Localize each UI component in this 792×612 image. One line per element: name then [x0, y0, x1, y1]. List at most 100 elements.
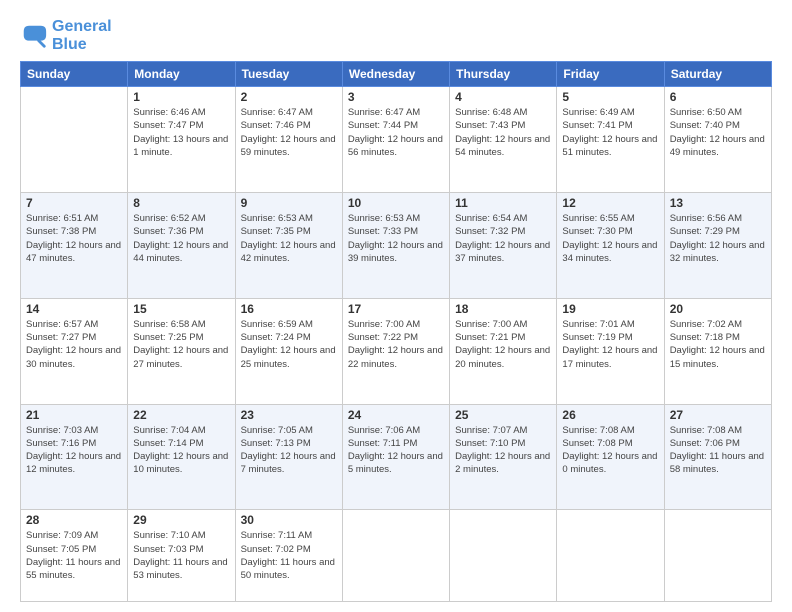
day-cell: 23 Sunrise: 7:05 AM Sunset: 7:13 PM Dayl…: [235, 404, 342, 510]
day-cell: 1 Sunrise: 6:46 AM Sunset: 7:47 PM Dayli…: [128, 87, 235, 193]
day-number: 26: [562, 408, 658, 422]
day-number: 7: [26, 196, 122, 210]
day-number: 6: [670, 90, 766, 104]
day-info: Sunrise: 7:08 AM Sunset: 7:06 PM Dayligh…: [670, 424, 766, 477]
logo-line2: Blue: [52, 36, 112, 54]
header-friday: Friday: [557, 62, 664, 87]
day-number: 5: [562, 90, 658, 104]
day-cell: 27 Sunrise: 7:08 AM Sunset: 7:06 PM Dayl…: [664, 404, 771, 510]
day-number: 9: [241, 196, 337, 210]
day-number: 15: [133, 302, 229, 316]
day-number: 11: [455, 196, 551, 210]
day-number: 29: [133, 513, 229, 527]
day-number: 27: [670, 408, 766, 422]
day-info: Sunrise: 6:47 AM Sunset: 7:46 PM Dayligh…: [241, 106, 337, 159]
day-number: 12: [562, 196, 658, 210]
day-info: Sunrise: 7:05 AM Sunset: 7:13 PM Dayligh…: [241, 424, 337, 477]
day-cell: 15 Sunrise: 6:58 AM Sunset: 7:25 PM Dayl…: [128, 298, 235, 404]
day-number: 28: [26, 513, 122, 527]
day-cell: 17 Sunrise: 7:00 AM Sunset: 7:22 PM Dayl…: [342, 298, 449, 404]
day-info: Sunrise: 7:00 AM Sunset: 7:21 PM Dayligh…: [455, 318, 551, 371]
day-cell: 20 Sunrise: 7:02 AM Sunset: 7:18 PM Dayl…: [664, 298, 771, 404]
day-info: Sunrise: 7:08 AM Sunset: 7:08 PM Dayligh…: [562, 424, 658, 477]
day-cell: 13 Sunrise: 6:56 AM Sunset: 7:29 PM Dayl…: [664, 192, 771, 298]
day-info: Sunrise: 7:09 AM Sunset: 7:05 PM Dayligh…: [26, 529, 122, 582]
weekday-header-row: Sunday Monday Tuesday Wednesday Thursday…: [21, 62, 772, 87]
header: General Blue: [20, 18, 772, 53]
day-number: 25: [455, 408, 551, 422]
logo-icon: [20, 22, 48, 50]
day-info: Sunrise: 6:58 AM Sunset: 7:25 PM Dayligh…: [133, 318, 229, 371]
day-cell: 14 Sunrise: 6:57 AM Sunset: 7:27 PM Dayl…: [21, 298, 128, 404]
day-info: Sunrise: 7:04 AM Sunset: 7:14 PM Dayligh…: [133, 424, 229, 477]
day-info: Sunrise: 6:50 AM Sunset: 7:40 PM Dayligh…: [670, 106, 766, 159]
day-cell: 12 Sunrise: 6:55 AM Sunset: 7:30 PM Dayl…: [557, 192, 664, 298]
day-cell: 11 Sunrise: 6:54 AM Sunset: 7:32 PM Dayl…: [450, 192, 557, 298]
day-cell: 10 Sunrise: 6:53 AM Sunset: 7:33 PM Dayl…: [342, 192, 449, 298]
day-cell: 5 Sunrise: 6:49 AM Sunset: 7:41 PM Dayli…: [557, 87, 664, 193]
day-info: Sunrise: 7:06 AM Sunset: 7:11 PM Dayligh…: [348, 424, 444, 477]
day-cell: 25 Sunrise: 7:07 AM Sunset: 7:10 PM Dayl…: [450, 404, 557, 510]
day-cell: 22 Sunrise: 7:04 AM Sunset: 7:14 PM Dayl…: [128, 404, 235, 510]
day-number: 2: [241, 90, 337, 104]
day-info: Sunrise: 6:48 AM Sunset: 7:43 PM Dayligh…: [455, 106, 551, 159]
day-cell: 30 Sunrise: 7:11 AM Sunset: 7:02 PM Dayl…: [235, 510, 342, 602]
header-wednesday: Wednesday: [342, 62, 449, 87]
day-info: Sunrise: 7:03 AM Sunset: 7:16 PM Dayligh…: [26, 424, 122, 477]
logo-line1: General: [52, 18, 112, 36]
day-cell: [557, 510, 664, 602]
day-number: 14: [26, 302, 122, 316]
day-info: Sunrise: 7:11 AM Sunset: 7:02 PM Dayligh…: [241, 529, 337, 582]
day-number: 10: [348, 196, 444, 210]
day-cell: 18 Sunrise: 7:00 AM Sunset: 7:21 PM Dayl…: [450, 298, 557, 404]
day-info: Sunrise: 6:52 AM Sunset: 7:36 PM Dayligh…: [133, 212, 229, 265]
day-cell: 9 Sunrise: 6:53 AM Sunset: 7:35 PM Dayli…: [235, 192, 342, 298]
day-number: 18: [455, 302, 551, 316]
day-cell: [664, 510, 771, 602]
day-cell: 7 Sunrise: 6:51 AM Sunset: 7:38 PM Dayli…: [21, 192, 128, 298]
day-number: 3: [348, 90, 444, 104]
day-info: Sunrise: 6:57 AM Sunset: 7:27 PM Dayligh…: [26, 318, 122, 371]
header-tuesday: Tuesday: [235, 62, 342, 87]
header-saturday: Saturday: [664, 62, 771, 87]
week-row-4: 21 Sunrise: 7:03 AM Sunset: 7:16 PM Dayl…: [21, 404, 772, 510]
day-number: 23: [241, 408, 337, 422]
day-info: Sunrise: 6:51 AM Sunset: 7:38 PM Dayligh…: [26, 212, 122, 265]
day-cell: 2 Sunrise: 6:47 AM Sunset: 7:46 PM Dayli…: [235, 87, 342, 193]
day-info: Sunrise: 6:53 AM Sunset: 7:35 PM Dayligh…: [241, 212, 337, 265]
day-cell: 21 Sunrise: 7:03 AM Sunset: 7:16 PM Dayl…: [21, 404, 128, 510]
day-number: 22: [133, 408, 229, 422]
day-cell: [342, 510, 449, 602]
header-sunday: Sunday: [21, 62, 128, 87]
week-row-2: 7 Sunrise: 6:51 AM Sunset: 7:38 PM Dayli…: [21, 192, 772, 298]
day-cell: [21, 87, 128, 193]
day-cell: 16 Sunrise: 6:59 AM Sunset: 7:24 PM Dayl…: [235, 298, 342, 404]
day-cell: 24 Sunrise: 7:06 AM Sunset: 7:11 PM Dayl…: [342, 404, 449, 510]
day-info: Sunrise: 6:47 AM Sunset: 7:44 PM Dayligh…: [348, 106, 444, 159]
day-number: 4: [455, 90, 551, 104]
logo-text: General Blue: [52, 18, 112, 53]
week-row-5: 28 Sunrise: 7:09 AM Sunset: 7:05 PM Dayl…: [21, 510, 772, 602]
day-number: 20: [670, 302, 766, 316]
day-info: Sunrise: 6:56 AM Sunset: 7:29 PM Dayligh…: [670, 212, 766, 265]
logo: General Blue: [20, 18, 112, 53]
day-number: 13: [670, 196, 766, 210]
day-info: Sunrise: 6:54 AM Sunset: 7:32 PM Dayligh…: [455, 212, 551, 265]
header-monday: Monday: [128, 62, 235, 87]
day-info: Sunrise: 7:01 AM Sunset: 7:19 PM Dayligh…: [562, 318, 658, 371]
day-cell: 8 Sunrise: 6:52 AM Sunset: 7:36 PM Dayli…: [128, 192, 235, 298]
day-number: 21: [26, 408, 122, 422]
day-info: Sunrise: 6:53 AM Sunset: 7:33 PM Dayligh…: [348, 212, 444, 265]
page: General Blue Sunday Monday Tuesday Wedne…: [0, 0, 792, 612]
day-number: 17: [348, 302, 444, 316]
day-number: 24: [348, 408, 444, 422]
day-number: 30: [241, 513, 337, 527]
day-cell: 26 Sunrise: 7:08 AM Sunset: 7:08 PM Dayl…: [557, 404, 664, 510]
day-number: 16: [241, 302, 337, 316]
day-number: 8: [133, 196, 229, 210]
day-cell: 19 Sunrise: 7:01 AM Sunset: 7:19 PM Dayl…: [557, 298, 664, 404]
day-cell: 28 Sunrise: 7:09 AM Sunset: 7:05 PM Dayl…: [21, 510, 128, 602]
day-info: Sunrise: 6:49 AM Sunset: 7:41 PM Dayligh…: [562, 106, 658, 159]
day-cell: 3 Sunrise: 6:47 AM Sunset: 7:44 PM Dayli…: [342, 87, 449, 193]
day-cell: 29 Sunrise: 7:10 AM Sunset: 7:03 PM Dayl…: [128, 510, 235, 602]
